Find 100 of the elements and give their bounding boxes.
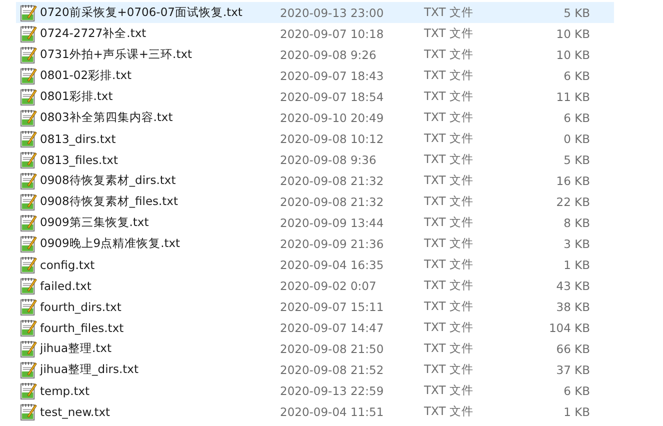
file-type: TXT 文件 bbox=[424, 404, 474, 419]
file-type: TXT 文件 bbox=[424, 383, 474, 398]
modified-date: 2020-09-13 23:00 bbox=[280, 6, 385, 20]
file-row[interactable]: config.txt 2020-09-04 16:35 TXT 文件 1 KB bbox=[16, 254, 614, 275]
modified-date: 2020-09-07 14:47 bbox=[280, 320, 385, 334]
file-name: 0813_dirs.txt bbox=[40, 132, 117, 146]
file-type: TXT 文件 bbox=[424, 47, 474, 62]
file-row[interactable]: 0813_files.txt 2020-09-08 9:36 TXT 文件 5 KB bbox=[16, 149, 614, 170]
file-size: 11 KB bbox=[555, 90, 590, 104]
file-name: 0720前采恢复+0706-07面试恢复.txt bbox=[40, 5, 244, 20]
modified-date: 2020-09-08 21:32 bbox=[280, 174, 385, 188]
file-size: 3 KB bbox=[562, 236, 590, 250]
modified-date: 2020-09-10 20:49 bbox=[280, 110, 385, 124]
modified-date: 2020-09-13 22:59 bbox=[280, 384, 385, 398]
file-name: config.txt bbox=[40, 258, 96, 272]
file-row[interactable]: 0803补全第四集内容.txt 2020-09-10 20:49 TXT 文件 6 KB bbox=[16, 107, 614, 128]
file-size: 6 KB bbox=[562, 68, 590, 82]
modified-date: 2020-09-04 16:35 bbox=[280, 258, 385, 272]
text-file-icon bbox=[20, 46, 37, 64]
file-row[interactable]: test_new.txt 2020-09-04 11:51 TXT 文件 1 KB bbox=[16, 401, 614, 422]
modified-date: 2020-09-08 21:32 bbox=[280, 194, 385, 208]
file-size: 8 KB bbox=[562, 216, 590, 230]
file-name: 0724-2727补全.txt bbox=[40, 26, 148, 41]
file-name: fourth_dirs.txt bbox=[40, 300, 122, 314]
text-file-icon bbox=[20, 256, 37, 274]
text-file-icon bbox=[20, 150, 37, 168]
file-name: jihua整理.txt bbox=[40, 341, 112, 356]
file-name: test_new.txt bbox=[40, 404, 112, 418]
modified-date: 2020-09-04 11:51 bbox=[280, 404, 385, 418]
file-size: 10 KB bbox=[555, 48, 590, 62]
text-file-icon bbox=[20, 360, 37, 378]
text-file-icon bbox=[20, 214, 37, 232]
file-size: 10 KB bbox=[555, 26, 590, 40]
text-file-icon bbox=[20, 382, 37, 400]
file-name: temp.txt bbox=[40, 384, 91, 398]
file-row[interactable]: 0813_dirs.txt 2020-09-08 10:12 TXT 文件 0 KB bbox=[16, 128, 614, 149]
text-file-icon bbox=[20, 130, 37, 148]
file-row[interactable]: 0908待恢复素材_files.txt 2020-09-08 21:32 TXT 文件 22 KB bbox=[16, 191, 614, 212]
file-name: 0801-02彩排.txt bbox=[40, 68, 133, 83]
file-type: TXT 文件 bbox=[424, 89, 474, 104]
text-file-icon bbox=[20, 172, 37, 190]
file-row[interactable]: failed.txt 2020-09-02 0:07 TXT 文件 43 KB bbox=[16, 275, 614, 296]
file-type: TXT 文件 bbox=[424, 173, 474, 188]
file-row[interactable]: 0731外拍+声乐课+三环.txt 2020-09-08 9:26 TXT 文件 10 KB bbox=[16, 44, 614, 65]
modified-date: 2020-09-08 9:26 bbox=[280, 48, 378, 62]
file-size: 37 KB bbox=[555, 362, 590, 376]
file-name: 0909第三集恢复.txt bbox=[40, 215, 150, 230]
file-name: 0909晚上9点精准恢复.txt bbox=[40, 236, 182, 251]
file-type: TXT 文件 bbox=[424, 5, 474, 20]
text-file-icon bbox=[20, 318, 37, 336]
file-size: 22 KB bbox=[555, 194, 590, 208]
file-row[interactable]: 0801-02彩排.txt 2020-09-07 18:43 TXT 文件 6 KB bbox=[16, 65, 614, 86]
file-name: 0813_files.txt bbox=[40, 152, 120, 166]
file-size: 43 KB bbox=[555, 278, 590, 292]
file-size: 6 KB bbox=[562, 384, 590, 398]
text-file-icon bbox=[20, 340, 37, 358]
text-file-icon bbox=[20, 234, 37, 252]
file-name: 0803补全第四集内容.txt bbox=[40, 110, 174, 125]
file-type: TXT 文件 bbox=[424, 299, 474, 314]
modified-date: 2020-09-08 9:36 bbox=[280, 152, 378, 166]
modified-date: 2020-09-09 21:36 bbox=[280, 236, 385, 250]
text-file-icon bbox=[20, 4, 37, 22]
modified-date: 2020-09-07 18:43 bbox=[280, 68, 385, 82]
text-file-icon bbox=[20, 276, 37, 294]
file-row[interactable]: 0908待恢复素材_dirs.txt 2020-09-08 21:32 TXT 文件 16 KB bbox=[16, 170, 614, 191]
file-size: 1 KB bbox=[562, 258, 590, 272]
file-type: TXT 文件 bbox=[424, 26, 474, 41]
file-size: 5 KB bbox=[562, 152, 590, 166]
text-file-icon bbox=[20, 298, 37, 316]
modified-date: 2020-09-02 0:07 bbox=[280, 278, 378, 292]
file-row[interactable]: 0909第三集恢复.txt 2020-09-09 13:44 TXT 文件 8 KB bbox=[16, 212, 614, 233]
file-row[interactable]: fourth_files.txt 2020-09-07 14:47 TXT 文件 104 KB bbox=[16, 317, 614, 338]
file-size: 1 KB bbox=[562, 404, 590, 418]
file-row[interactable]: 0909晚上9点精准恢复.txt 2020-09-09 21:36 TXT 文件 3 KB bbox=[16, 233, 614, 254]
file-type: TXT 文件 bbox=[424, 341, 474, 356]
modified-date: 2020-09-07 10:18 bbox=[280, 26, 385, 40]
file-size: 0 KB bbox=[562, 132, 590, 146]
file-row[interactable]: 0801彩排.txt 2020-09-07 18:54 TXT 文件 11 KB bbox=[16, 86, 614, 107]
file-row[interactable]: 0720前采恢复+0706-07面试恢复.txt 2020-09-13 23:00 TXT 文件 5 KB bbox=[16, 2, 614, 23]
file-row[interactable]: temp.txt 2020-09-13 22:59 TXT 文件 6 KB bbox=[16, 380, 614, 401]
modified-date: 2020-09-09 13:44 bbox=[280, 216, 385, 230]
file-name: 0908待恢复素材_dirs.txt bbox=[40, 173, 177, 188]
file-name: failed.txt bbox=[40, 278, 92, 292]
text-file-icon bbox=[20, 24, 37, 42]
file-type: TXT 文件 bbox=[424, 131, 474, 146]
file-size: 38 KB bbox=[555, 300, 590, 314]
file-type: TXT 文件 bbox=[424, 320, 474, 335]
file-row[interactable]: 0724-2727补全.txt 2020-09-07 10:18 TXT 文件 10 KB bbox=[16, 23, 614, 44]
file-row[interactable]: jihua整理_dirs.txt 2020-09-08 21:52 TXT 文件 37 KB bbox=[16, 359, 614, 380]
modified-date: 2020-09-07 15:11 bbox=[280, 300, 385, 314]
file-type: TXT 文件 bbox=[424, 278, 474, 293]
file-type: TXT 文件 bbox=[424, 362, 474, 377]
text-file-icon bbox=[20, 66, 37, 84]
file-size: 6 KB bbox=[562, 110, 590, 124]
file-type: TXT 文件 bbox=[424, 236, 474, 251]
file-type: TXT 文件 bbox=[424, 68, 474, 83]
text-file-icon bbox=[20, 108, 37, 126]
file-row[interactable]: fourth_dirs.txt 2020-09-07 15:11 TXT 文件 38 KB bbox=[16, 296, 614, 317]
file-name: 0731外拍+声乐课+三环.txt bbox=[40, 47, 194, 62]
file-row[interactable]: jihua整理.txt 2020-09-08 21:50 TXT 文件 66 KB bbox=[16, 338, 614, 359]
